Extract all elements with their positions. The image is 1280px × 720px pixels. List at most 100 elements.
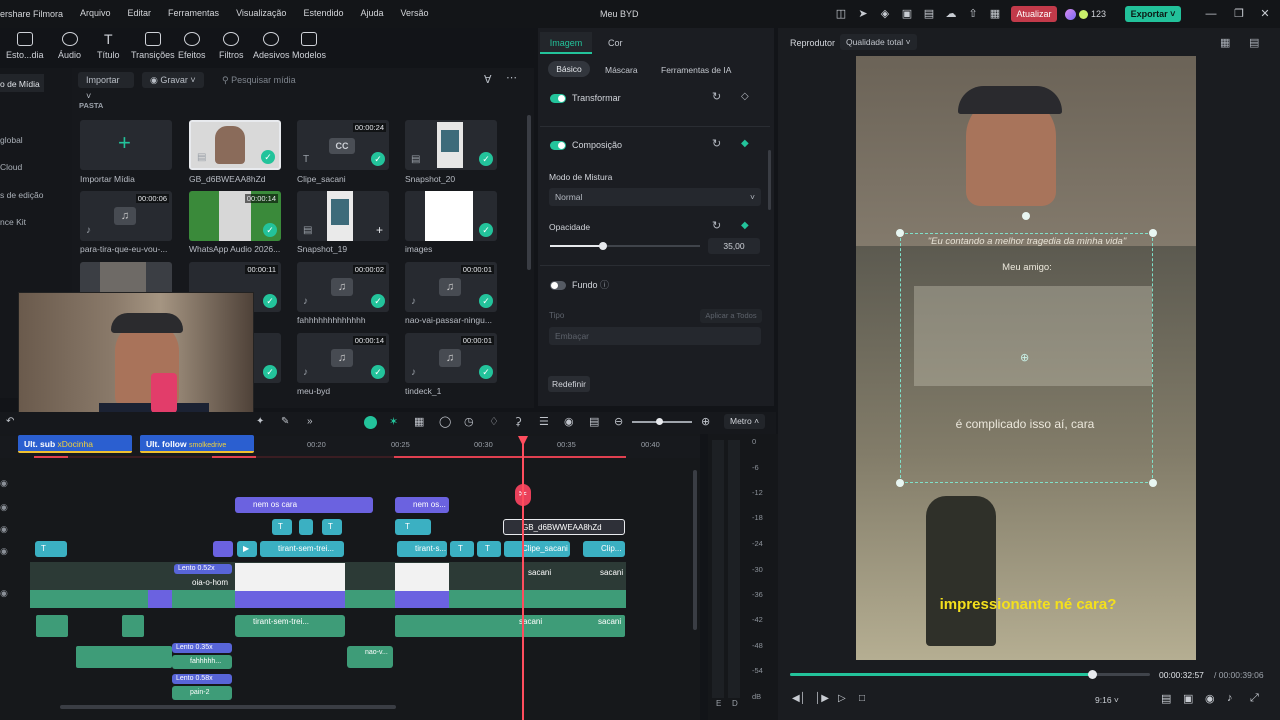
magic-icon[interactable]: ✦ [256,416,264,427]
eye-icon[interactable]: ◉ [0,588,8,599]
play-icon[interactable]: ▷ [838,693,846,704]
audio-clip[interactable] [76,646,172,668]
import-media-tile[interactable]: + [80,120,172,170]
layout-icon[interactable]: ▦ [1220,36,1230,49]
monitor-icon[interactable]: ▣ [1183,692,1193,705]
timeline-clip-text[interactable]: T [272,519,292,535]
quality-dropdown[interactable]: Qualidade total ˅ [840,34,917,50]
timeline-clip-image[interactable] [235,563,345,591]
display-icon[interactable]: ▤ [1161,692,1171,705]
timeline-clip-image[interactable] [395,563,449,591]
resize-handle[interactable] [1149,479,1157,487]
text-to-speech-icon[interactable]: ☰ [539,415,549,428]
tool-audio[interactable]: Áudio [58,32,81,60]
zoom-in-icon[interactable]: ⊕ [701,415,710,428]
reset-icon[interactable]: ↻ [712,219,721,232]
timeline-clip-title[interactable]: nem os cara [235,497,373,513]
audio-clip-tirant[interactable]: tirant-sem-trei... [235,615,345,637]
inspector-scrollbar[interactable] [768,150,771,210]
minimize-icon[interactable]: — [1204,7,1218,21]
update-button[interactable]: Atualizar [1011,6,1057,22]
fullscreen-icon[interactable]: ⤢ [1250,692,1259,705]
tool-templates[interactable]: Modelos [292,32,326,60]
sidebar-item-kit[interactable]: nce Kit [0,217,26,227]
timeline-clip-text[interactable]: T [35,541,67,557]
keyframe-icon[interactable]: ◆ [741,138,749,149]
undo-icon[interactable]: ↶ [6,416,14,427]
playhead[interactable] [522,436,524,720]
opacity-slider-handle[interactable] [598,242,607,250]
media-item-whatsapp[interactable]: 00:00:14 ✓ [189,191,281,241]
edit-icon[interactable]: ✎ [281,416,289,427]
timeline-clip-text[interactable]: T [395,519,431,535]
background-row[interactable]: Fundo ⓘ [550,278,609,291]
menu-versao[interactable]: Versão [401,8,429,18]
tool-transitions[interactable]: Transições [131,32,175,60]
prev-frame-icon[interactable]: ◀│ [792,693,806,704]
subtab-mask[interactable]: Máscara [605,65,638,75]
media-item-snapshot20[interactable]: ▤ ✓ [405,120,497,170]
upload-icon[interactable]: ⇧ [966,7,980,21]
close-icon[interactable]: ✕ [1258,7,1272,21]
timeline-clip-tirant[interactable]: tirant-sem-trei... [260,541,344,557]
credits-badge[interactable]: 123 [1065,6,1106,22]
menu-editar[interactable]: Editar [128,8,152,18]
media-item-snapshot19[interactable]: ▤ + [297,191,389,241]
media-item-gb[interactable]: ▤ ✓ [189,120,281,170]
tab-color[interactable]: Cor [608,38,623,48]
more-icon[interactable]: ⋯ [506,71,517,84]
auto-ripple-icon[interactable]: ✶ [389,415,398,428]
tool-stickers[interactable]: Adesivos [253,32,290,60]
media-item-tindeck[interactable]: 00:00:01 ♫ ♪ ✓ [405,333,497,383]
keyframe-icon[interactable]: ◆ [741,220,749,231]
blend-mode-select[interactable]: Normal ˅ [549,188,761,206]
camera-icon[interactable]: ◉ [1205,692,1215,705]
timeline-scrollbar[interactable] [60,705,396,709]
gift-icon[interactable]: ◫ [834,7,848,21]
eye-icon[interactable]: ◉ [0,524,8,535]
media-item-clipe-sacani[interactable]: 00:00:24 CC T ✓ [297,120,389,170]
timeline-clip[interactable]: Clip... [583,541,625,557]
timeline-clip-text[interactable]: T [450,541,474,557]
audio-clip-pain[interactable]: pain-2 [172,686,232,700]
screen-icon[interactable]: ▣ [900,7,914,21]
opacity-slider[interactable] [550,242,700,250]
aspect-dropdown[interactable]: 9:16 ˅ [1095,695,1119,705]
timeline-vertical-scrollbar[interactable] [693,470,697,630]
tool-effects[interactable]: Efeitos [178,32,206,60]
audio-clip[interactable] [122,615,144,637]
rotate-handle[interactable] [1022,212,1030,220]
zoom-slider-handle[interactable] [656,418,663,425]
microphone-icon[interactable]: ⚳ [514,415,522,428]
tab-image[interactable]: Imagem [540,32,592,54]
menu-ajuda[interactable]: Ajuda [360,8,383,18]
resize-handle[interactable] [896,479,904,487]
tool-media[interactable]: Esto...dia [6,32,44,60]
sidebar-item-edits[interactable]: s de edição [0,190,43,200]
eye-icon[interactable]: ◉ [0,478,8,489]
speed-badge[interactable]: Lento 0.52x [174,564,232,574]
timeline-clip-tirant[interactable]: tirant-s... [397,541,447,557]
menu-estendido[interactable]: Estendido [303,8,343,18]
stop-icon[interactable]: □ [859,693,865,704]
sidebar-item-cloud[interactable]: Cloud [0,162,22,172]
keyframe-icon[interactable]: ◇ [741,91,749,102]
tool-title[interactable]: T Título [97,32,120,60]
send-icon[interactable]: ➤ [856,7,870,21]
transform-row[interactable]: Transformar [550,93,621,104]
reset-icon[interactable]: ↻ [712,137,721,150]
media-scrollbar[interactable] [527,115,531,270]
menu-visualizacao[interactable]: Visualização [236,8,286,18]
subtab-ai-tools[interactable]: Ferramentas de IA [661,65,731,75]
media-item-nao-vai[interactable]: 00:00:01 ♫ ♪ ✓ [405,262,497,312]
audio-clip[interactable] [36,615,68,637]
shield-icon[interactable]: ♢ [489,415,499,428]
player-progress[interactable] [790,670,1150,679]
next-frame-icon[interactable]: │▶ [815,693,829,704]
media-item-para-tira[interactable]: 00:00:06 ♫ ♪ [80,191,172,241]
expand-icon[interactable]: » [307,416,313,427]
opacity-input[interactable]: 35,00 [708,238,760,254]
media-item-images[interactable]: ✓ [405,191,497,241]
timeline-clip-title[interactable]: nem os... [395,497,449,513]
sidebar-item-global[interactable]: global [0,135,23,145]
